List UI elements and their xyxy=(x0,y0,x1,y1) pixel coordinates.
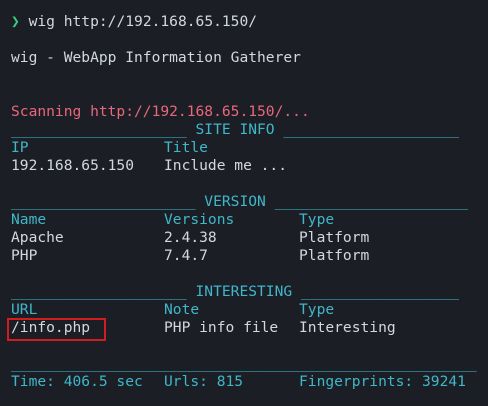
interesting-header-note: Note xyxy=(164,301,200,318)
command-line: ❯ wig http://192.168.65.150/ xyxy=(11,13,257,31)
site-info-header-ip: IP xyxy=(11,139,29,156)
version-row-version: 2.4.38 xyxy=(164,229,217,246)
version-row-type: Platform xyxy=(299,229,370,246)
version-header-versions: Versions xyxy=(164,211,235,228)
interesting-header-type: Type xyxy=(299,301,335,318)
interesting-header-url: URL xyxy=(11,301,38,318)
command-text: wig http://192.168.65.150/ xyxy=(28,13,258,30)
site-info-header-title: Title xyxy=(164,139,208,156)
interesting-row-note: PHP info file xyxy=(164,319,279,336)
version-header-name: Name xyxy=(11,211,47,228)
version-section-rule: _____________________ VERSION __________… xyxy=(11,193,468,210)
site-info-section-rule: ____________________ SITE INFO _________… xyxy=(11,121,460,138)
footer-rule: ________________________________________… xyxy=(11,355,477,372)
version-header-type: Type xyxy=(299,211,335,228)
terminal-window[interactable]: ❯ wig http://192.168.65.150/ wig - WebAp… xyxy=(0,0,488,406)
interesting-row-url: /info.php xyxy=(11,319,91,336)
scanning-status: Scanning http://192.168.65.150/... xyxy=(11,103,310,120)
interesting-row-type: Interesting xyxy=(299,319,396,336)
footer-urls: Urls: 815 xyxy=(164,373,244,390)
site-info-ip-value: 192.168.65.150 xyxy=(11,157,135,174)
interesting-section-rule: ____________________ INTERESTING _______… xyxy=(11,283,460,300)
footer-time: Time: 406.5 sec xyxy=(11,373,143,390)
banner-text: wig - WebApp Information Gatherer xyxy=(11,49,301,66)
prompt-chevron-icon: ❯ xyxy=(11,13,20,30)
version-row-version: 7.4.7 xyxy=(164,247,208,264)
version-row-type: Platform xyxy=(299,247,370,264)
version-row-name: PHP xyxy=(11,247,38,264)
version-row-name: Apache xyxy=(11,229,64,246)
site-info-title-value: Include me ... xyxy=(164,157,288,174)
footer-fingerprints: Fingerprints: 39241 xyxy=(299,373,466,390)
